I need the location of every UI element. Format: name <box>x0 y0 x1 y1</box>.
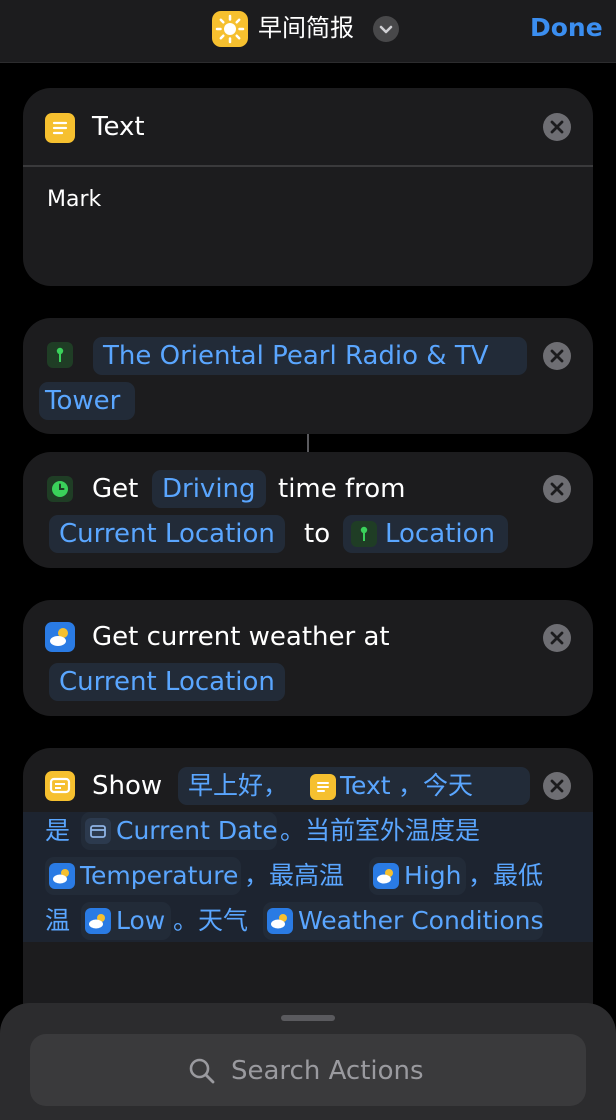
divider <box>23 165 593 167</box>
current-date-variable[interactable]: Current Date <box>116 815 278 847</box>
show-label: Show <box>92 771 163 801</box>
text-doc-icon <box>310 774 336 800</box>
text-doc-icon <box>45 113 75 143</box>
calendar-icon <box>85 818 111 844</box>
weather-icon <box>45 622 75 652</box>
connector-line <box>307 434 309 452</box>
weather-icon <box>85 908 111 934</box>
text-action-title: Text <box>92 112 145 142</box>
low-variable[interactable]: Low <box>116 905 165 937</box>
show-text-seg: 是 <box>45 816 71 845</box>
clock-icon <box>47 476 73 502</box>
current-location-token[interactable]: Current Location <box>49 515 285 553</box>
show-text-seg: 。天气 <box>173 906 249 935</box>
weather-location-token[interactable]: Current Location <box>49 663 285 701</box>
search-placeholder: Search Actions <box>231 1056 424 1086</box>
text-body-field[interactable]: Mark <box>47 186 101 214</box>
show-text-seg: 早上好， <box>188 771 289 800</box>
show-text-seg: ，最低 <box>468 861 544 890</box>
driving-token[interactable]: Driving <box>152 470 266 508</box>
close-icon[interactable] <box>543 475 571 503</box>
shortcut-title[interactable]: 早间简报 <box>258 13 354 43</box>
close-icon[interactable] <box>543 342 571 370</box>
show-text-seg: ，最高温 <box>244 861 345 890</box>
search-icon <box>187 1056 217 1086</box>
close-icon[interactable] <box>543 113 571 141</box>
chevron-down-icon[interactable] <box>373 16 399 42</box>
time-from-label: time from <box>278 474 406 504</box>
weather-label: Get current weather at <box>92 622 390 652</box>
close-icon[interactable] <box>543 624 571 652</box>
location-value[interactable]: The Oriental Pearl Radio & TV <box>103 340 488 372</box>
location-pin-icon <box>47 342 73 368</box>
show-text-seg: 。当前室外温度是 <box>280 816 481 845</box>
close-icon[interactable] <box>543 772 571 800</box>
sun-icon[interactable] <box>212 11 248 47</box>
show-text-seg: 温 <box>45 906 71 935</box>
high-variable[interactable]: High <box>404 860 461 892</box>
weather-icon <box>267 908 293 934</box>
show-text-seg: ，今天 <box>398 771 474 800</box>
weather-conditions-variable[interactable]: Weather Conditions <box>298 905 544 937</box>
text-variable[interactable]: Text <box>340 770 391 802</box>
done-button[interactable]: Done <box>530 13 603 43</box>
location-value-line2[interactable]: Tower <box>45 385 120 417</box>
weather-icon <box>373 863 399 889</box>
to-label: to <box>304 519 331 549</box>
location-pin-icon <box>351 521 377 547</box>
get-label: Get <box>92 474 139 504</box>
speech-bubble-icon <box>45 771 75 801</box>
destination-token[interactable]: Location <box>385 518 495 550</box>
temperature-variable[interactable]: Temperature <box>80 860 238 892</box>
weather-icon <box>49 863 75 889</box>
sheet-grabber[interactable] <box>281 1015 335 1021</box>
